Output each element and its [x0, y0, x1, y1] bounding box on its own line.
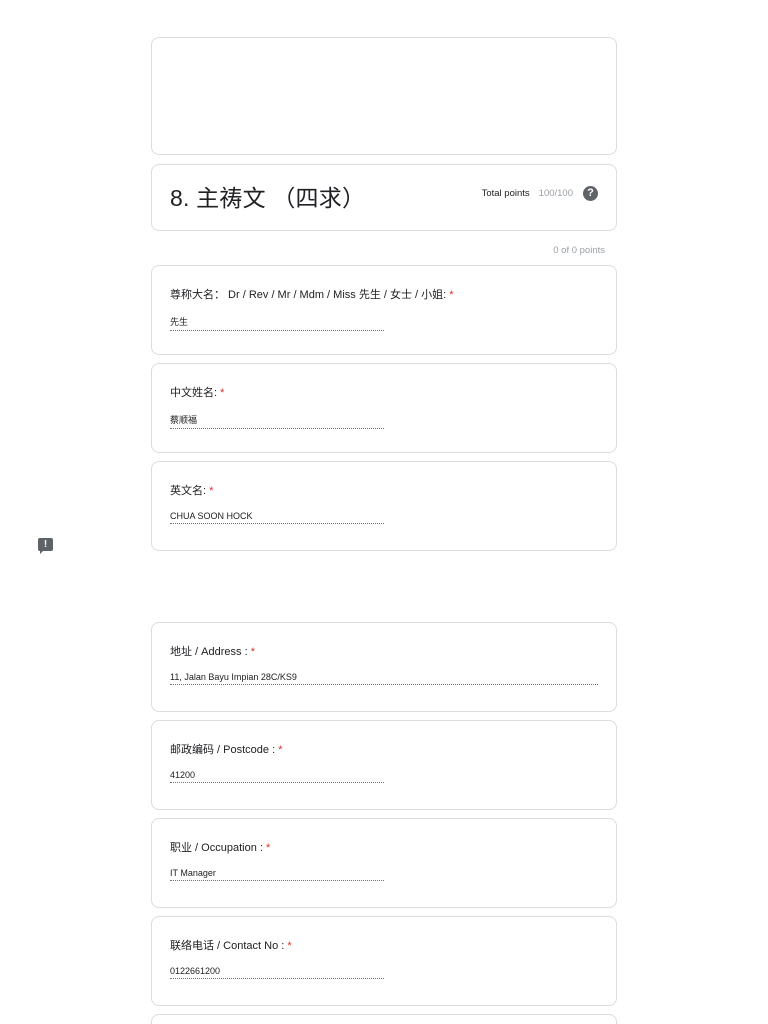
answer-text: CHUA SOON HOCK: [170, 511, 384, 524]
report-problem-icon[interactable]: !: [38, 538, 53, 554]
question-label: 联络电话 / Contact No : *: [170, 940, 292, 952]
answer-text: 41200: [170, 770, 384, 783]
required-asterisk: *: [278, 744, 283, 756]
question-card-next: [151, 1014, 617, 1024]
question-label: 职业 / Occupation : *: [170, 842, 271, 854]
question-label: 地址 / Address : *: [170, 646, 255, 658]
section-title-card: 8. 主祷文 （四求） Total points 100/100 ?: [151, 164, 617, 231]
answer-text: 蔡顺福: [170, 413, 384, 429]
question-card-contact: 联络电话 / Contact No : * 0122661200: [151, 916, 617, 1006]
question-card-chinese-name: 中文姓名: * 蔡顺福: [151, 363, 617, 453]
required-asterisk: *: [209, 485, 214, 497]
total-points-value: 100/100: [538, 188, 573, 199]
required-asterisk: *: [265, 842, 271, 854]
section-title: 8. 主祷文 （四求）: [170, 185, 366, 211]
question-label: 邮政编码 / Postcode : *: [170, 744, 283, 756]
required-asterisk: *: [449, 289, 454, 301]
answer-text: 先生: [170, 315, 384, 331]
required-asterisk: *: [287, 940, 292, 952]
question-card-english-name: 英文名: * CHUA SOON HOCK: [151, 461, 617, 551]
header-card: [151, 37, 617, 155]
total-points-label: Total points: [481, 188, 530, 199]
section-points: 0 of 0 points: [553, 245, 605, 256]
question-card-title: 尊称大名： Dr / Rev / Mr / Mdm / Miss 先生 / 女士…: [151, 265, 617, 355]
required-asterisk: *: [220, 387, 225, 399]
question-card-address: 地址 / Address : * 11, Jalan Bayu Impian 2…: [151, 622, 617, 712]
question-card-occupation: 职业 / Occupation : * IT Manager: [151, 818, 617, 908]
answer-text: 0122661200: [170, 966, 384, 979]
question-card-postcode: 邮政编码 / Postcode : * 41200: [151, 720, 617, 810]
answer-text: IT Manager: [170, 868, 384, 881]
question-label: 中文姓名: *: [170, 387, 225, 399]
question-label: 英文名: *: [170, 485, 214, 497]
help-icon[interactable]: ?: [583, 186, 598, 201]
question-label: 尊称大名： Dr / Rev / Mr / Mdm / Miss 先生 / 女士…: [170, 289, 454, 301]
answer-text: 11, Jalan Bayu Impian 28C/KS9: [170, 672, 598, 685]
required-asterisk: *: [250, 646, 255, 658]
total-points: Total points 100/100 ?: [482, 186, 598, 201]
